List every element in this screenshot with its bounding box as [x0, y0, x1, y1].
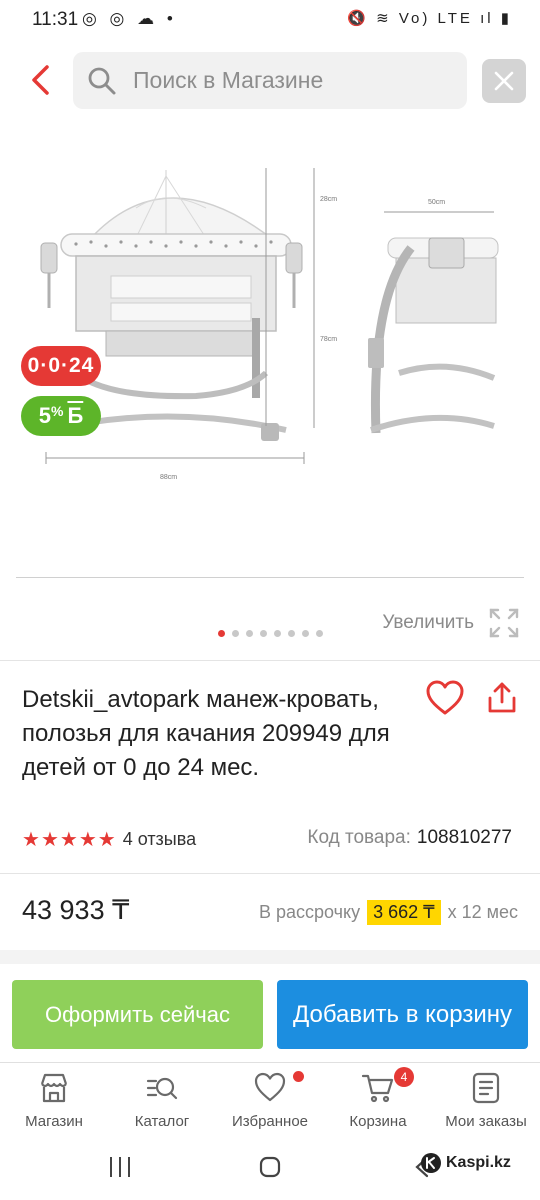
- product-code-value: 108810277: [416, 827, 512, 848]
- gallery-dot[interactable]: [301, 630, 309, 637]
- home-icon[interactable]: [259, 1156, 281, 1178]
- nav-label: Корзина: [349, 1113, 407, 1130]
- gallery-dot[interactable]: [273, 630, 281, 637]
- installment-amount: 3 662 ₸: [367, 900, 441, 925]
- system-status-icons: 🔇 ≋ Vo) LTE ıl ▮: [347, 10, 512, 27]
- star-icon: ★: [40, 829, 59, 851]
- add-to-cart-button[interactable]: Добавить в корзину: [277, 980, 528, 1049]
- product-title: Detskii_avtopark манеж-кровать, полозья …: [22, 686, 390, 781]
- dimension-width-label: 88cm: [160, 474, 177, 481]
- heart-icon: [426, 680, 464, 715]
- nav-item-cart[interactable]: Корзина 4: [324, 1067, 432, 1130]
- checkout-now-button[interactable]: Оформить сейчас: [12, 980, 263, 1049]
- installment-label: В рассрочку: [258, 902, 361, 922]
- star-icon: ★: [59, 829, 78, 851]
- kaspi-watermark: Kaspi.kz: [420, 1152, 511, 1174]
- rating-row[interactable]: ★ ★ ★ ★ ★ 4 отзыва: [22, 827, 196, 852]
- nav-item-orders[interactable]: Мои заказы: [432, 1071, 540, 1130]
- notification-icons: ◎ ◎ ☁ •: [82, 9, 177, 28]
- status-time: 11:31: [32, 9, 79, 30]
- reviews-count[interactable]: 4 отзыва: [123, 829, 196, 850]
- nav-item-catalog[interactable]: Каталог: [108, 1071, 216, 1130]
- installment-info[interactable]: В рассрочку 3 662 ₸ х 12 мес: [259, 900, 518, 925]
- product-price: 43 933 ₸: [22, 895, 130, 925]
- gallery-pagination: [0, 630, 540, 642]
- gallery-dot[interactable]: [259, 630, 267, 637]
- star-icon: ★: [97, 829, 116, 851]
- share-button[interactable]: [484, 680, 520, 716]
- nav-item-store[interactable]: Магазин: [0, 1071, 108, 1130]
- bonus-percent: 5: [38, 403, 51, 428]
- product-code-label: Код товара:: [307, 827, 411, 848]
- status-bar: 11:31 ◎ ◎ ☁ • 🔇 ≋ Vo) LTE ıl ▮: [0, 0, 540, 40]
- image-divider: [16, 577, 524, 578]
- watermark-text: Kaspi.kz: [446, 1154, 511, 1171]
- gallery-dot[interactable]: [315, 630, 323, 637]
- section-spacer: [0, 950, 540, 964]
- section-divider: [0, 873, 540, 874]
- bonus-currency-icon: Б: [67, 403, 84, 428]
- nav-label: Магазин: [25, 1113, 83, 1130]
- gallery-dot[interactable]: [231, 630, 239, 637]
- cart-icon: [361, 1074, 394, 1103]
- favorite-button[interactable]: [425, 680, 465, 716]
- dimension-depth-label: 50cm: [428, 199, 445, 206]
- section-divider: [0, 660, 540, 661]
- cart-count-badge: 4: [394, 1067, 414, 1087]
- share-icon: [488, 682, 516, 713]
- orders-icon: [472, 1072, 500, 1104]
- search-input[interactable]: [131, 66, 455, 95]
- bonus-percent-sign: %: [50, 403, 64, 419]
- product-code: Код товара: 108810277: [307, 827, 512, 849]
- search-bar[interactable]: [73, 52, 467, 109]
- nav-label: Мои заказы: [445, 1113, 527, 1130]
- dimension-top-label: 28cm: [320, 196, 337, 203]
- gallery-dot[interactable]: [217, 630, 225, 637]
- chevron-left-icon: [32, 65, 49, 95]
- heart-icon: [254, 1072, 286, 1102]
- favorites-notification-dot: [293, 1071, 304, 1082]
- star-icon: ★: [78, 829, 97, 851]
- recent-apps-icon[interactable]: [108, 1156, 132, 1178]
- close-icon: [494, 71, 514, 91]
- gallery-dot[interactable]: [245, 630, 253, 637]
- star-icon: ★: [22, 829, 40, 851]
- nav-label: Каталог: [134, 1113, 190, 1130]
- kaspi-logo-icon: [421, 1153, 441, 1173]
- nav-label: Избранное: [231, 1113, 309, 1130]
- gallery-dot[interactable]: [287, 630, 295, 637]
- search-icon: [88, 67, 116, 94]
- bonus-badge: 5% Б: [21, 396, 101, 436]
- catalog-search-icon: [146, 1077, 178, 1100]
- store-icon: [40, 1073, 68, 1103]
- back-button[interactable]: [20, 58, 60, 102]
- close-button[interactable]: [482, 59, 526, 103]
- nav-item-favorites[interactable]: Избранное: [216, 1071, 324, 1130]
- dimension-height-label: 78cm: [320, 336, 337, 343]
- bottom-nav: Магазин Каталог Избранное Корзина 4 Мои …: [0, 1062, 540, 1143]
- installment-term: х 12 мес: [447, 902, 518, 922]
- installment-badge: 0·0·24: [21, 346, 101, 386]
